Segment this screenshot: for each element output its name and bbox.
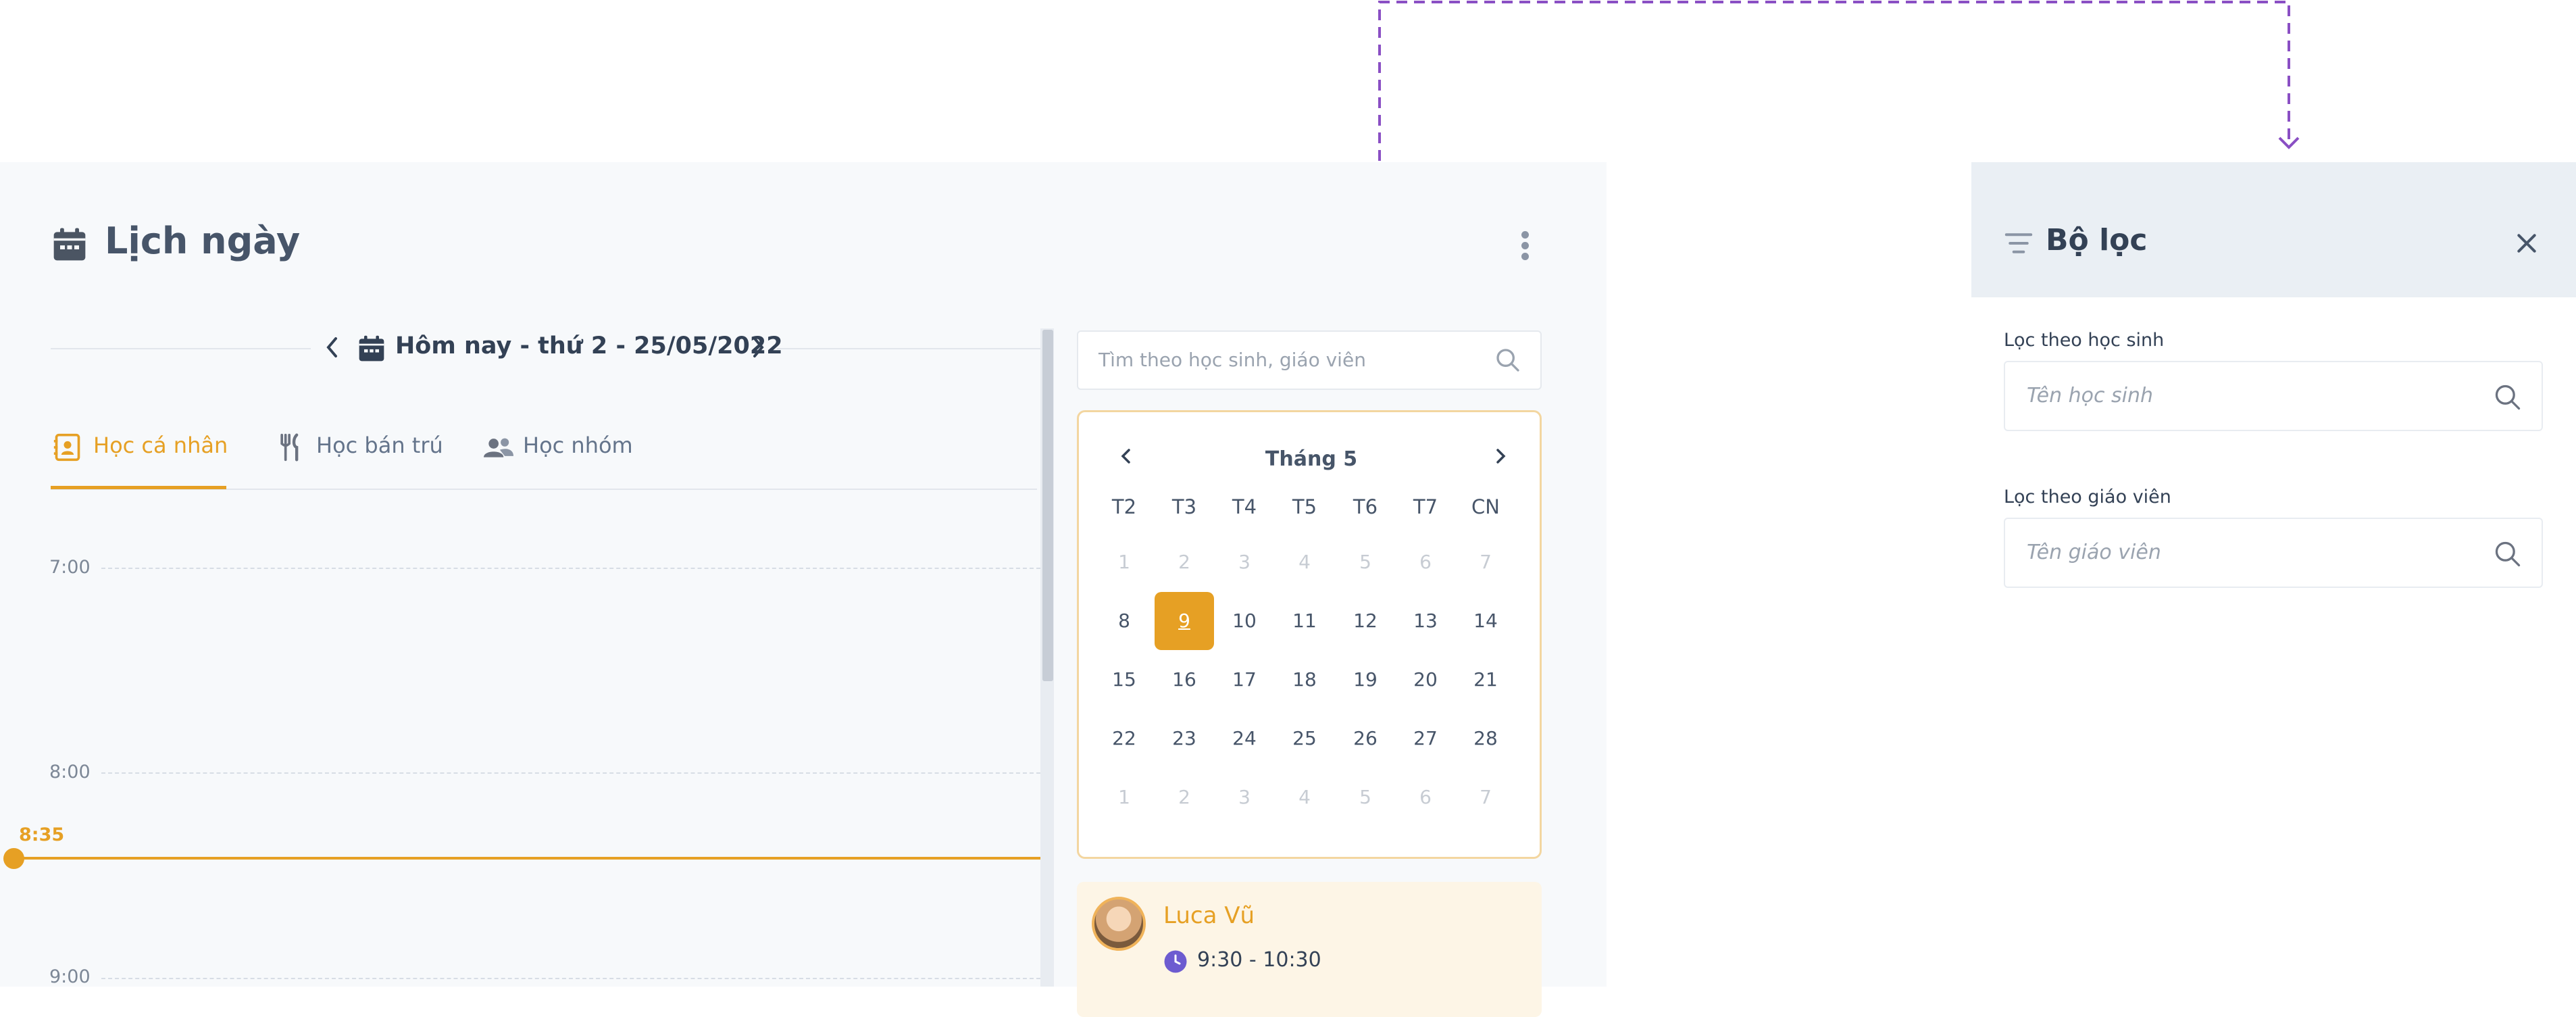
calendar-day[interactable]: 1 [1094,768,1154,826]
divider [777,348,1040,349]
calendar-day[interactable]: 4 [1275,768,1334,826]
teacher-filter-placeholder: Tên giáo viên [2027,541,2161,564]
calendar-day[interactable]: 18 [1275,651,1334,709]
search-icon[interactable] [2493,382,2523,412]
filter-icon [2004,233,2033,253]
calendar-day[interactable]: 3 [1215,533,1274,591]
scrollbar-thumb[interactable] [1042,330,1053,681]
calendar-day[interactable]: 6 [1396,533,1455,591]
calendar-day[interactable]: 5 [1336,533,1395,591]
calendar-day[interactable]: 28 [1456,710,1515,768]
filter-header: Bộ lọc [1971,162,2576,297]
calendar-day[interactable]: 7 [1456,768,1515,826]
more-options-button[interactable] [1511,227,1540,265]
calendar-day[interactable]: 6 [1396,768,1455,826]
search-icon[interactable] [1494,347,1521,374]
calendar-day[interactable]: 2 [1155,533,1214,591]
search-placeholder: Tìm theo học sinh, giáo viên [1098,349,1366,371]
student-filter-label: Lọc theo học sinh [2004,330,2165,351]
active-tab-indicator [51,486,226,489]
calendar-day[interactable]: 27 [1396,710,1455,768]
calendar-day[interactable]: 16 [1155,651,1214,709]
close-icon[interactable] [2513,230,2540,257]
more-dot [1521,231,1529,239]
search-icon[interactable] [2493,539,2523,569]
tab-label: Học nhóm [523,432,633,458]
calendar-day[interactable]: 14 [1456,592,1515,650]
event-student-name[interactable]: Luca Vũ [1163,902,1255,929]
calendar-day-selected[interactable]: 9 [1155,592,1214,650]
avatar [1092,897,1146,951]
calendar-day[interactable]: 15 [1094,651,1154,709]
calendar-day[interactable]: 10 [1215,592,1274,650]
weekday-header: CN [1471,495,1500,518]
prev-date-button[interactable] [323,336,342,359]
current-date-label[interactable]: Hôm nay - thứ 2 - 25/05/2022 [395,332,783,359]
weekday-header: T3 [1171,495,1197,518]
event-card[interactable]: Luca Vũ 9:30 - 10:30 [1077,882,1542,1017]
weekday-header: T2 [1111,495,1137,518]
next-month-button[interactable] [1492,446,1509,466]
current-time-marker [3,848,24,869]
time-label: 9:00 [49,966,91,987]
weekday-header: T4 [1232,495,1257,518]
calendar-day[interactable]: 22 [1094,710,1154,768]
calendar-day[interactable]: 20 [1396,651,1455,709]
calendar-day[interactable]: 24 [1215,710,1274,768]
hour-gridline [101,772,1040,774]
users-icon [484,438,513,457]
teacher-filter-input[interactable]: Tên giáo viên [2004,518,2543,588]
filter-title: Bộ lọc [2046,223,2148,257]
divider [51,348,311,349]
calendar-day[interactable]: 21 [1456,651,1515,709]
event-time: 9:30 - 10:30 [1197,948,1321,972]
teacher-filter-label: Lọc theo giáo viên [2004,487,2171,507]
calendar-day[interactable]: 23 [1155,710,1214,768]
hour-gridline [101,568,1040,569]
page-title: Lịch ngày [105,220,301,262]
clock-icon [1164,950,1187,973]
calendar-day[interactable]: 11 [1275,592,1334,650]
calendar-day[interactable]: 3 [1215,768,1274,826]
current-time-label: 8:35 [19,824,65,845]
calendar-day[interactable]: 2 [1155,768,1214,826]
next-date-button[interactable] [749,336,767,359]
calendar-icon [359,335,384,362]
utensils-icon [280,433,299,462]
calendar-day[interactable]: 12 [1336,592,1395,650]
weekday-header: T6 [1353,495,1378,518]
filter-panel: Bộ lọc Lọc theo học sinh Tên học sinh Lọ… [1971,162,2576,987]
student-filter-placeholder: Tên học sinh [2027,384,2154,407]
calendar-day[interactable]: 25 [1275,710,1334,768]
calendar-day[interactable]: 5 [1336,768,1395,826]
calendar-day[interactable]: 26 [1336,710,1395,768]
calendar-day[interactable]: 19 [1336,651,1395,709]
weekday-header: T7 [1413,495,1438,518]
calendar-day[interactable]: 17 [1215,651,1274,709]
time-label: 8:00 [49,762,91,783]
month-calendar: Tháng 5 T2 T3 T4 T5 T6 T7 CN 1 2 3 4 5 6 7 8 9 10 11 12 13 1… [1077,410,1542,859]
calendar-month-label: Tháng 5 [1265,447,1358,471]
contact-book-icon [53,433,80,462]
tab-label: Học bán trú [316,432,443,458]
time-label: 7:00 [49,557,91,578]
calendar-day[interactable]: 8 [1094,592,1154,650]
more-dot [1521,253,1529,260]
weekday-header: T5 [1292,495,1317,518]
calendar-day[interactable]: 7 [1456,533,1515,591]
calendar-icon [53,228,86,261]
calendar-day[interactable]: 13 [1396,592,1455,650]
more-dot [1521,242,1529,249]
calendar-day[interactable]: 1 [1094,533,1154,591]
current-time-line [15,857,1040,860]
search-input[interactable]: Tìm theo học sinh, giáo viên [1077,330,1542,390]
calendar-day[interactable]: 4 [1275,533,1334,591]
student-filter-input[interactable]: Tên học sinh [2004,361,2543,431]
tab-label: Học cá nhân [93,432,228,458]
hour-gridline [101,978,1040,979]
